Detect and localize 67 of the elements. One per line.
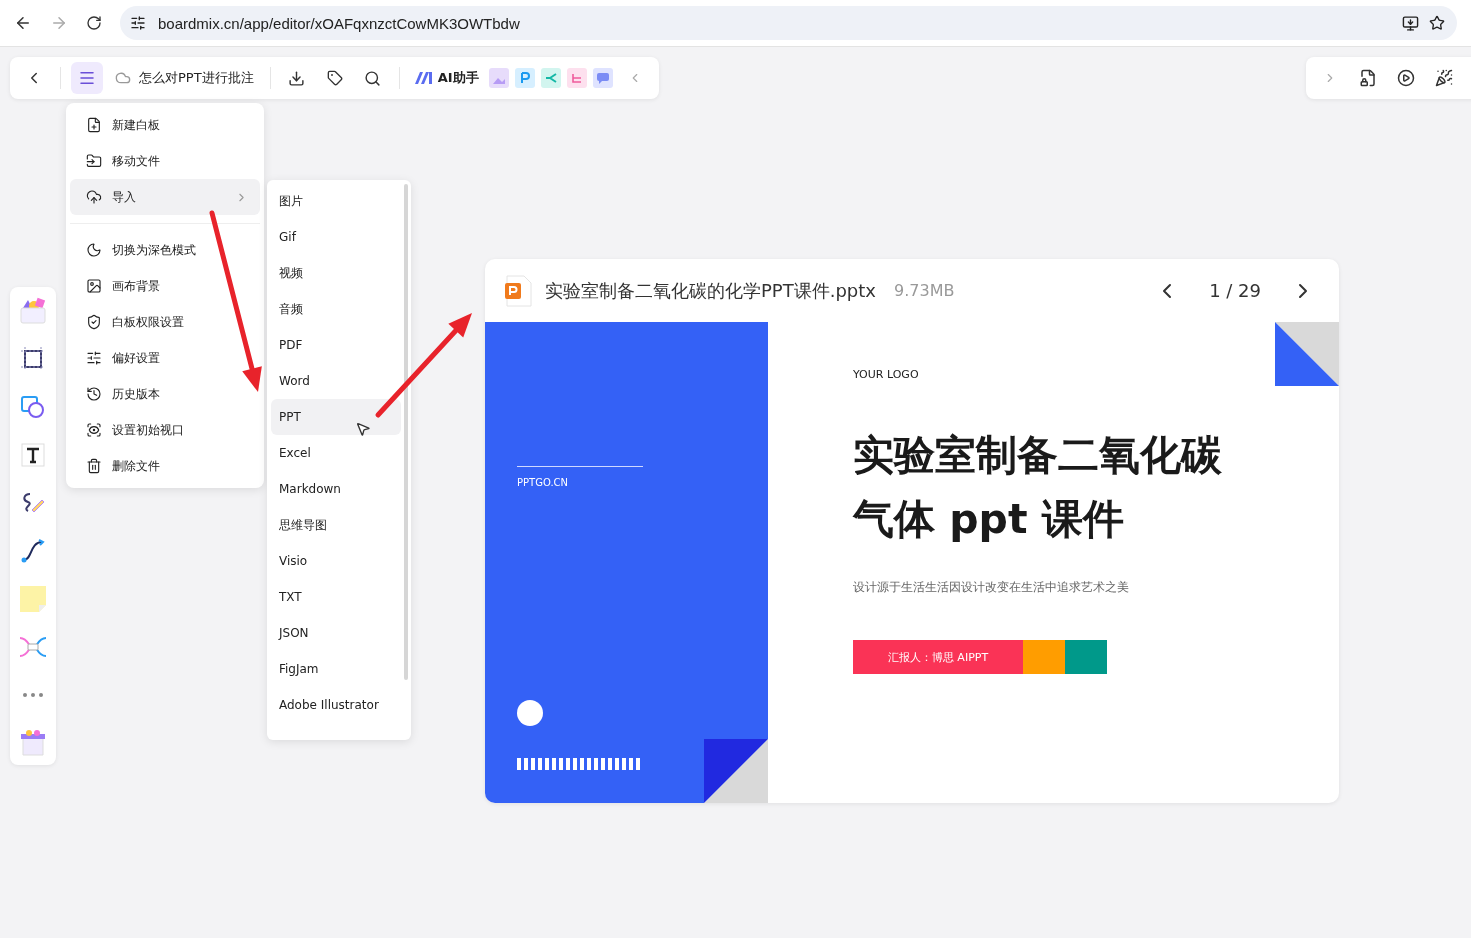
- menu-item[interactable]: 新建白板: [70, 107, 260, 143]
- submenu-item[interactable]: 图片: [271, 183, 401, 219]
- slide-subtitle: 设计源于生活生活因设计改变在生活中追求艺术之美: [853, 579, 1129, 596]
- slide-circle: [517, 700, 543, 726]
- submenu-item[interactable]: Markdown: [271, 471, 401, 507]
- submenu-item[interactable]: FigJam: [271, 651, 401, 687]
- menu-item-icon: [86, 386, 102, 402]
- page-indicator: 1 / 29: [1209, 280, 1261, 301]
- submenu-item[interactable]: Word: [271, 363, 401, 399]
- submenu-item[interactable]: PDF: [271, 327, 401, 363]
- menu-item-icon: [86, 314, 102, 330]
- accent-bar: [1065, 640, 1107, 674]
- reporter-label: 汇报人：博思 AIPPT: [853, 640, 1023, 674]
- submenu-item[interactable]: 视频: [271, 255, 401, 291]
- slide-site-text: PPTGO.CN: [517, 477, 569, 488]
- flowchart-app-icon[interactable]: [566, 68, 587, 88]
- menu-item-icon: [86, 422, 102, 438]
- menu-item[interactable]: 画布背景: [70, 268, 260, 304]
- cursor-icon: [355, 421, 371, 437]
- corner-triangle-drawing: [1275, 322, 1339, 386]
- menu-item-icon: [86, 189, 102, 205]
- menu-item-icon: [86, 153, 102, 169]
- scrollbar[interactable]: [404, 184, 408, 680]
- slide-logo-text: YOUR LOGO: [853, 368, 919, 381]
- submenu-item[interactable]: 音频: [271, 291, 401, 327]
- back-icon[interactable]: [14, 14, 32, 32]
- menu-item-icon: [86, 242, 102, 258]
- submenu-item[interactable]: Excel: [271, 435, 401, 471]
- submenu-item[interactable]: Adobe Illustrator: [271, 687, 401, 723]
- menu-item[interactable]: 历史版本: [70, 376, 260, 412]
- ai-logo-icon: [413, 71, 434, 85]
- menu-item[interactable]: 设置初始视口: [70, 412, 260, 448]
- menu-item-icon: [86, 278, 102, 294]
- submenu-item[interactable]: PPT: [271, 399, 401, 435]
- templates-icon[interactable]: [17, 295, 49, 327]
- menu-item-icon: [86, 117, 102, 133]
- menu-item-icon: [86, 458, 102, 474]
- submenu-item[interactable]: Visio: [271, 543, 401, 579]
- menu-item[interactable]: 移动文件: [70, 143, 260, 179]
- menu-item[interactable]: 导入: [70, 179, 260, 215]
- file-title[interactable]: 怎么对PPT进行批注: [109, 69, 260, 87]
- chat-app-icon[interactable]: [592, 68, 613, 88]
- submenu-item[interactable]: JSON: [271, 615, 401, 651]
- ai-assistant-button[interactable]: AI助手: [409, 69, 483, 87]
- menu-item[interactable]: 切换为深色模式: [70, 232, 260, 268]
- folded-corner-drawing: [704, 739, 768, 803]
- bookmark-icon[interactable]: [1429, 15, 1445, 31]
- presentation-app-icon[interactable]: [514, 68, 535, 88]
- menu-item-icon: [86, 350, 102, 366]
- file-size: 9.73MB: [894, 281, 955, 300]
- install-icon[interactable]: [1402, 14, 1419, 32]
- menu-item[interactable]: 白板权限设置: [70, 304, 260, 340]
- reload-icon[interactable]: [86, 15, 102, 31]
- file-name: 实验室制备二氧化碳的化学PPT课件.pptx: [545, 278, 876, 303]
- address-field[interactable]: boardmix.cn/app/editor/xOAFqxnzctCowMK3OWTbdw: [156, 13, 1392, 33]
- menu-icon[interactable]: [71, 62, 103, 94]
- submenu-item[interactable]: TXT: [271, 579, 401, 615]
- site-settings-icon[interactable]: [130, 15, 146, 31]
- address-bar[interactable]: boardmix.cn/app/editor/xOAFqxnzctCowMK3OWTbdw: [120, 6, 1457, 40]
- submenu-item[interactable]: 思维导图: [271, 507, 401, 543]
- cloud-icon: [115, 70, 131, 86]
- menu-item[interactable]: 偏好设置: [70, 340, 260, 376]
- pptx-file-icon: [503, 274, 533, 307]
- slide-title: 实验室制备二氧化碳 气体 ppt 课件: [853, 430, 1223, 545]
- submenu-item[interactable]: Gif: [271, 219, 401, 255]
- accent-bar: [1023, 640, 1065, 674]
- menu-item[interactable]: 删除文件: [70, 448, 260, 484]
